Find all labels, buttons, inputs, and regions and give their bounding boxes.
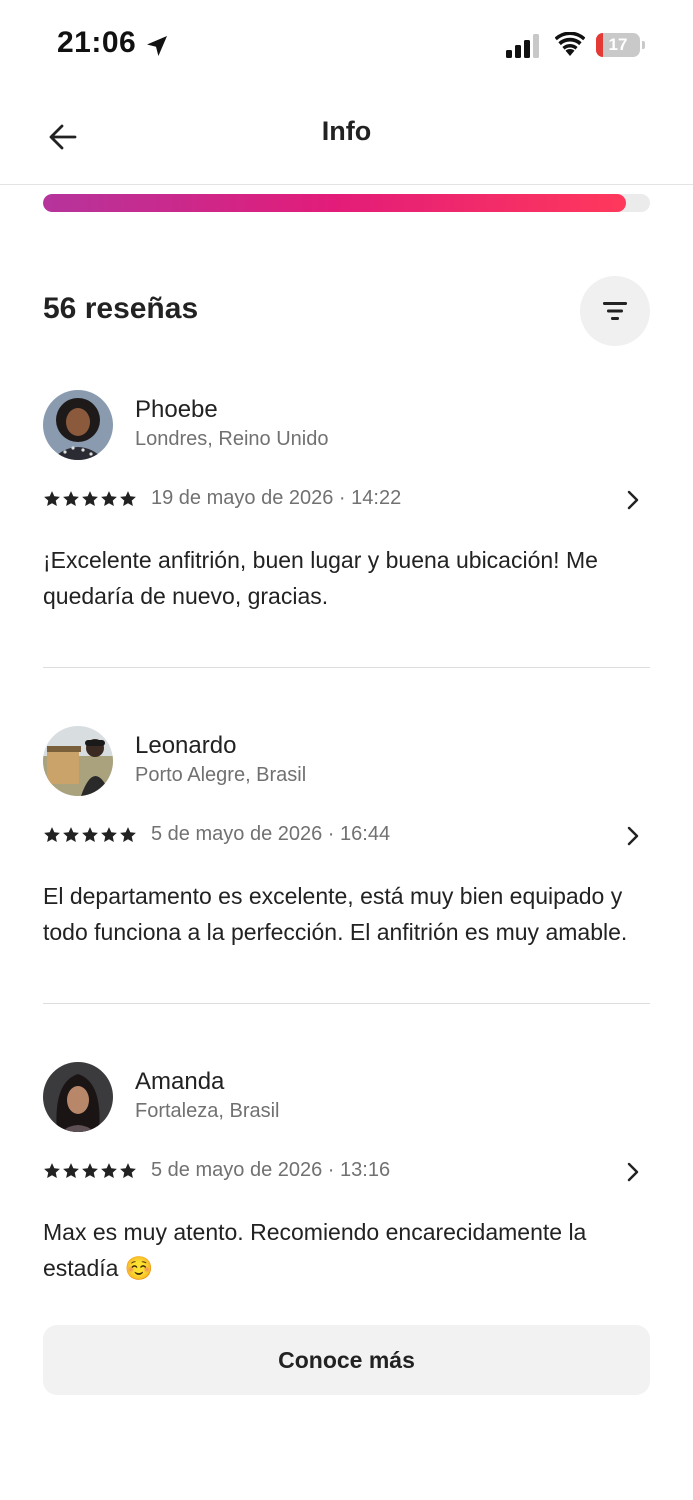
- star-icon: [82, 1163, 98, 1179]
- avatar-photo: [43, 390, 113, 460]
- learn-more-button[interactable]: Conoce más: [43, 1325, 650, 1395]
- star-icon: [120, 1163, 136, 1179]
- star-rating: [43, 1162, 137, 1182]
- star-rating: [43, 490, 137, 510]
- reviewer-location: Porto Alegre, Brasil: [135, 764, 307, 786]
- star-icon: [101, 827, 117, 843]
- chevron-right-icon: [627, 1162, 639, 1182]
- location-arrow-icon: [147, 36, 167, 56]
- review-date: 5 de mayo de 2026 · 13:16: [151, 1159, 391, 1181]
- page-title: Info: [321, 116, 372, 146]
- divider: [43, 667, 650, 668]
- star-icon: [82, 827, 98, 843]
- chevron-right-icon: [627, 490, 639, 510]
- battery-body: 17: [596, 33, 640, 57]
- star-icon: [63, 827, 79, 843]
- wifi-icon: [555, 32, 585, 56]
- star-icon: [120, 827, 136, 843]
- battery-indicator: 17: [596, 33, 646, 59]
- reviewer-avatar[interactable]: [43, 1062, 113, 1132]
- battery-cap: [642, 41, 645, 49]
- star-icon: [44, 1163, 60, 1179]
- reviewer-name: Amanda: [135, 1068, 225, 1095]
- star-rating: [43, 826, 137, 846]
- filter-icon: [603, 302, 627, 320]
- review-item: Leonardo Porto Alegre, Brasil 5 de mayo …: [43, 726, 650, 956]
- review-text: Max es muy atento. Recomiendo encarecida…: [43, 1219, 587, 1281]
- review-text: ¡Excelente anfitrión, buen lugar y buena…: [43, 547, 598, 609]
- reviewer-avatar[interactable]: [43, 726, 113, 796]
- divider: [43, 1003, 650, 1004]
- review-rating-row[interactable]: 5 de mayo de 2026 · 13:16: [43, 1158, 650, 1188]
- review-text: El departamento es excelente, está muy b…: [43, 883, 628, 945]
- battery-level: 17: [608, 35, 628, 54]
- reviewer-name: Leonardo: [135, 732, 237, 759]
- star-icon: [44, 827, 60, 843]
- reviewer-avatar[interactable]: [43, 390, 113, 460]
- avatar-photo: [43, 1062, 113, 1132]
- star-icon: [82, 491, 98, 507]
- reviewer-name: Phoebe: [135, 396, 218, 423]
- review-date: 19 de mayo de 2026 · 14:22: [151, 487, 402, 509]
- cellular-signal-icon: [506, 34, 539, 58]
- star-icon: [120, 491, 136, 507]
- star-icon: [101, 1163, 117, 1179]
- top-bar: Info: [0, 92, 693, 185]
- rating-progress-bar: [43, 194, 650, 212]
- reviewer-location: Londres, Reino Unido: [135, 428, 329, 450]
- star-icon: [101, 491, 117, 507]
- review-rating-row[interactable]: 5 de mayo de 2026 · 16:44: [43, 822, 650, 852]
- avatar-photo: [43, 726, 113, 796]
- rating-progress-fill: [43, 194, 626, 212]
- review-rating-row[interactable]: 19 de mayo de 2026 · 14:22: [43, 486, 650, 516]
- star-icon: [63, 491, 79, 507]
- status-bar: 21:06 17: [0, 0, 693, 92]
- reviews-count-heading: 56 reseñas: [43, 292, 199, 325]
- star-icon: [63, 1163, 79, 1179]
- review-item: Amanda Fortaleza, Brasil 5 de mayo de 20…: [43, 1062, 650, 1292]
- star-icon: [44, 491, 60, 507]
- filter-button[interactable]: [580, 276, 650, 346]
- review-date: 5 de mayo de 2026 · 16:44: [151, 823, 391, 845]
- review-item: Phoebe Londres, Reino Unido 19 de mayo d…: [43, 390, 650, 620]
- reviewer-location: Fortaleza, Brasil: [135, 1100, 280, 1122]
- status-time: 21:06: [57, 26, 137, 59]
- chevron-right-icon: [627, 826, 639, 846]
